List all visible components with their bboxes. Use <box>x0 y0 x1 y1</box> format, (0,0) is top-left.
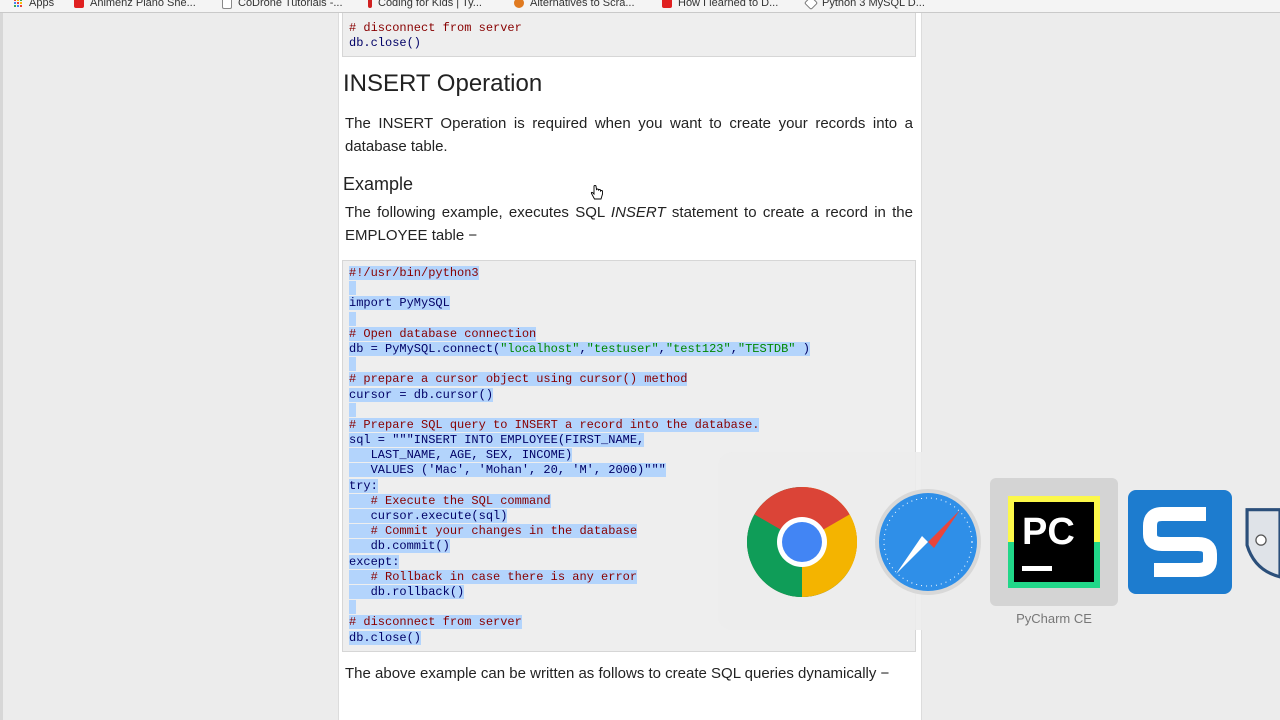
bookmark-animenz[interactable]: Animenz Piano She... <box>74 0 196 11</box>
app-tile-shield[interactable] <box>1242 478 1280 606</box>
apps-grid-icon <box>14 0 22 7</box>
example-paragraph: The following example, executes SQL INSE… <box>345 201 913 247</box>
hand-cursor-icon <box>590 185 603 200</box>
app-tile-chrome[interactable] <box>738 478 866 606</box>
bookmark-codrone[interactable]: CoDrone Tutorials -... <box>222 0 343 11</box>
bookmark-label: Animenz Piano She... <box>90 0 196 9</box>
code-line: db = PyMySQL.connect("localhost","testus… <box>349 341 810 356</box>
code-line: import PyMySQL <box>349 296 450 311</box>
pycharm-icon: PC <box>1008 496 1100 588</box>
app-switcher: PC <box>718 452 1280 630</box>
bookmark-label: Python 3 MySQL D... <box>822 0 925 9</box>
after-paragraph: The above example can be written as foll… <box>345 665 890 682</box>
page-icon <box>222 0 232 9</box>
bookmark-coding-for-kids[interactable]: Coding for Kids | Ty... <box>368 0 482 11</box>
code-line: cursor = db.cursor() <box>349 387 494 402</box>
selected-app-label: PyCharm CE <box>1016 611 1092 626</box>
youtube-icon <box>74 0 84 8</box>
code-line: # prepare a cursor object using cursor()… <box>349 372 688 387</box>
section-title: INSERT Operation <box>343 70 543 97</box>
bookmark-label: How I learned to D... <box>678 0 779 9</box>
bookmark-favicon-icon <box>514 0 524 8</box>
example-text: The following example, executes SQL <box>345 204 611 221</box>
bookmark-alternatives[interactable]: Alternatives to Scra... <box>514 0 635 11</box>
bookmark-label: Apps <box>29 0 55 9</box>
shield-app-icon <box>1245 508 1280 579</box>
chrome-icon <box>747 487 857 597</box>
bookmarks-bar: Apps Animenz Piano She... CoDrone Tutori… <box>0 0 1280 13</box>
bookmark-favicon-icon <box>803 0 819 11</box>
intro-paragraph: The INSERT Operation is required when yo… <box>345 115 913 155</box>
safari-icon <box>875 489 981 595</box>
code-line <box>349 311 915 327</box>
example-heading: Example <box>343 174 414 194</box>
bookmark-apps[interactable]: Apps <box>14 0 54 11</box>
code-line: db.close() <box>349 36 422 50</box>
bookmark-label: CoDrone Tutorials -... <box>238 0 343 9</box>
code-line: # disconnect from server <box>349 21 522 35</box>
code-line <box>349 281 915 296</box>
youtube-icon <box>662 0 672 8</box>
code-line: #!/usr/bin/python3 <box>349 266 479 280</box>
code-block-previous: # disconnect from server db.close() <box>342 12 916 57</box>
example-keyword: INSERT <box>610 204 666 221</box>
code-line: # Open database connection <box>349 326 537 341</box>
snagit-icon <box>1128 490 1232 594</box>
bookmark-label: Coding for Kids | Ty... <box>378 0 482 9</box>
bookmark-how-i-learned[interactable]: How I learned to D... <box>662 0 778 11</box>
svg-text:PC: PC <box>1022 511 1075 553</box>
bookmark-favicon-icon <box>368 0 372 8</box>
app-tile-safari[interactable] <box>864 478 992 606</box>
code-line: db.close() <box>349 630 422 645</box>
app-tile-snagit[interactable] <box>1116 478 1244 606</box>
bookmark-label: Alternatives to Scra... <box>530 0 635 9</box>
code-line: # Prepare SQL query to INSERT a record i… <box>349 417 760 432</box>
code-line <box>349 402 915 418</box>
window-edge <box>0 12 3 720</box>
code-line <box>349 357 915 372</box>
bookmark-python-mysql[interactable]: Python 3 MySQL D... <box>803 0 925 11</box>
app-tile-pycharm[interactable]: PC <box>990 478 1118 606</box>
code-line: sql = """INSERT INTO EMPLOYEE(FIRST_NAME… <box>349 433 645 448</box>
